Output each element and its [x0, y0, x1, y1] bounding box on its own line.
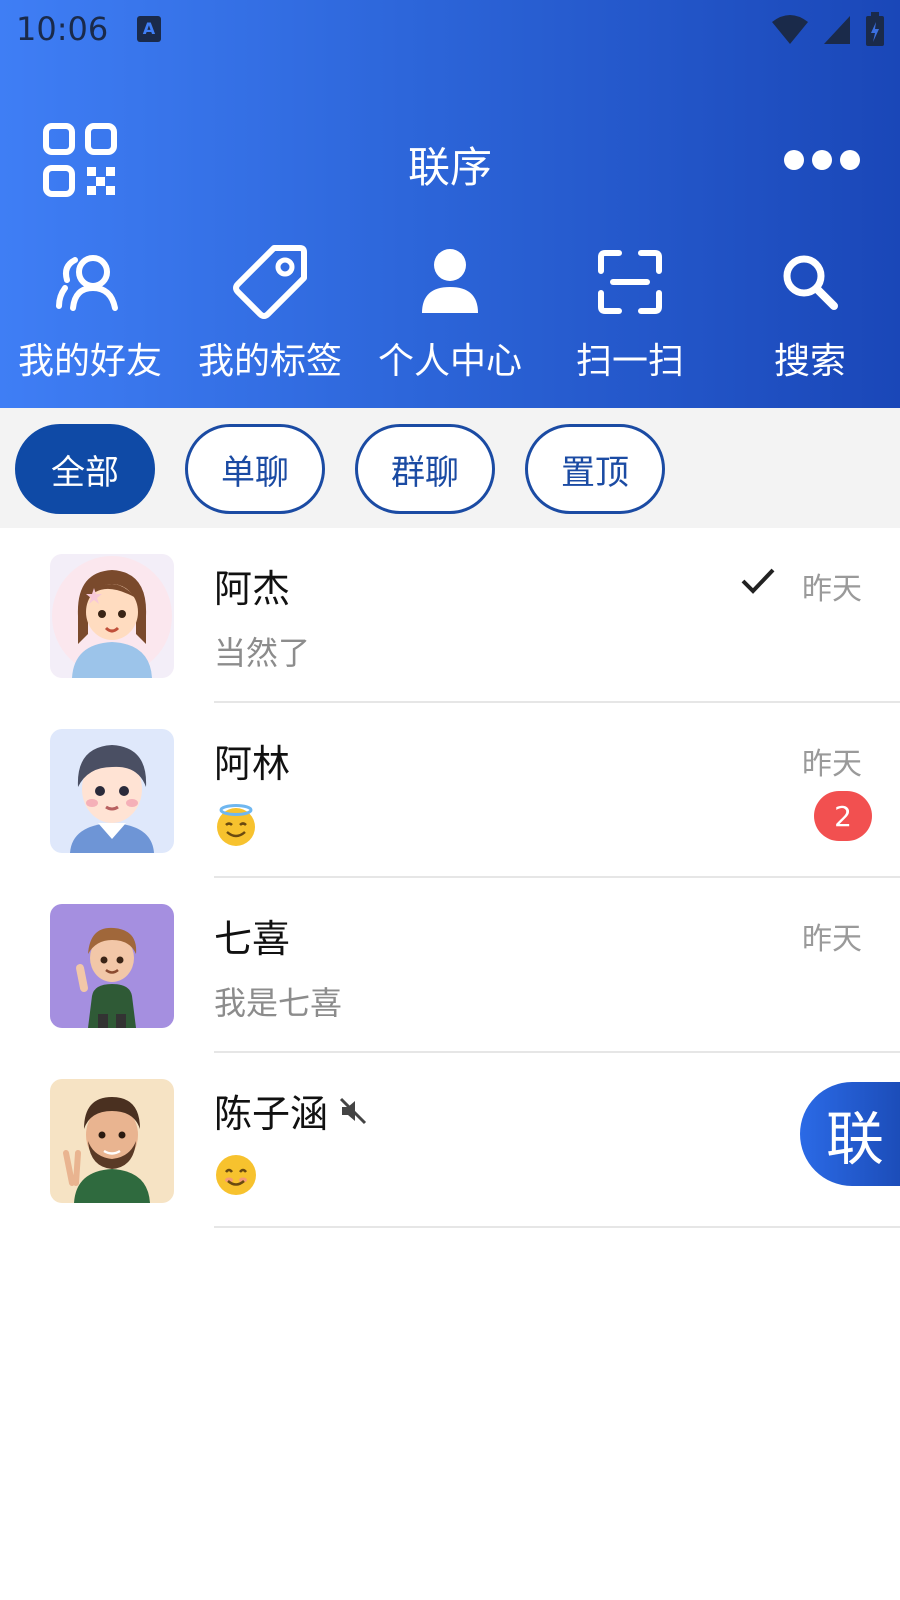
quick-action-label: 我的标签	[197, 341, 342, 382]
quick-actions: 我的好友 我的标签 个人中心 扫一扫 搜索	[0, 240, 900, 390]
avatar	[50, 729, 174, 853]
quick-action-label: 个人中心	[377, 341, 522, 382]
status-icons	[770, 12, 886, 48]
quick-action-label: 我的好友	[17, 341, 162, 382]
chat-list: 阿杰 当然了 昨天 阿林 昨天 2 七喜 我是七喜 昨天 陈子涵	[0, 528, 900, 1228]
halo-emoji-icon	[217, 804, 255, 846]
filter-chip-all[interactable]: 全部	[15, 424, 155, 514]
chat-item[interactable]: 七喜 我是七喜 昨天	[0, 878, 900, 1053]
quick-action-search[interactable]: 搜索	[720, 240, 900, 390]
tag-icon	[233, 245, 307, 319]
quick-action-profile[interactable]: 个人中心	[360, 240, 540, 390]
quick-action-friends[interactable]: 我的好友	[0, 240, 180, 390]
unread-badge: 2	[814, 791, 872, 841]
chat-name-text: 陈子涵	[214, 1092, 329, 1136]
status-bar: 10:06 A	[0, 0, 900, 62]
filter-chip-single[interactable]: 单聊	[185, 424, 325, 514]
app-title: 联序	[407, 143, 492, 192]
chat-last-message: 我是七喜	[214, 984, 343, 1022]
avatar	[50, 1079, 174, 1203]
smile-emoji-icon	[216, 1155, 256, 1195]
chat-name: 七喜	[214, 908, 290, 963]
read-check-icon	[741, 568, 775, 594]
avatar	[50, 904, 174, 1028]
chat-item[interactable]: 阿杰 当然了 昨天	[0, 528, 900, 703]
chat-name-text: 阿林	[214, 742, 291, 786]
battery-icon	[866, 12, 884, 46]
search-icon	[783, 255, 838, 310]
chat-name-text: 七喜	[214, 917, 291, 961]
avatar	[50, 554, 174, 678]
signal-icon	[824, 16, 850, 44]
person-icon	[422, 249, 478, 313]
muted-icon	[339, 1097, 367, 1124]
status-time: 10:06	[16, 10, 109, 48]
chat-time: 昨天	[802, 922, 862, 957]
quick-action-label: 搜索	[773, 341, 846, 382]
top-bar: 联序	[0, 110, 900, 210]
more-menu-icon[interactable]	[782, 140, 862, 180]
chat-last-message	[214, 803, 258, 855]
chat-item[interactable]: 阿林 昨天 2	[0, 703, 900, 878]
chat-name: 阿杰	[214, 558, 290, 613]
chat-last-message: 当然了	[214, 634, 311, 672]
keyboard-indicator-icon: A	[137, 16, 161, 42]
chat-name: 陈子涵	[214, 1083, 368, 1138]
quick-action-scan[interactable]: 扫一扫	[540, 240, 720, 390]
friends-icon	[56, 255, 118, 311]
chat-name: 阿林	[214, 733, 290, 788]
chat-time: 昨天	[802, 572, 862, 607]
floating-action-button[interactable]: 联	[800, 1082, 900, 1186]
quick-action-label: 扫一扫	[575, 341, 684, 382]
header: 10:06 A 联序 我的好友 我的标签 个人中心 扫一扫 搜索	[0, 0, 900, 408]
chat-time: 昨天	[802, 747, 862, 782]
chat-item[interactable]: 陈子涵 昨	[0, 1053, 900, 1228]
filter-chip-group[interactable]: 群聊	[355, 424, 495, 514]
chat-last-message	[214, 1153, 258, 1205]
quick-action-tags[interactable]: 我的标签	[180, 240, 360, 390]
filter-chip-pinned[interactable]: 置顶	[525, 424, 665, 514]
scan-icon	[598, 250, 662, 314]
filter-bar: 全部 单聊 群聊 置顶	[0, 408, 900, 528]
chat-name-text: 阿杰	[214, 567, 291, 611]
divider	[214, 1226, 900, 1228]
wifi-icon	[772, 15, 808, 44]
